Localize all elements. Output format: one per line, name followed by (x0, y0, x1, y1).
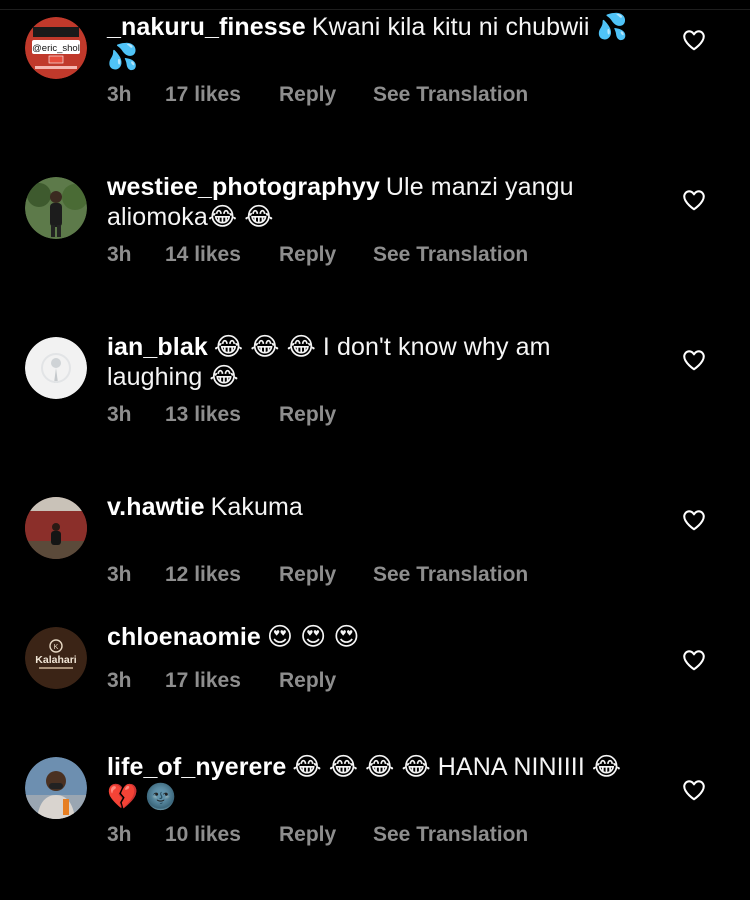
comment-body: v.hawtie Kakuma (107, 492, 652, 522)
see-translation-button[interactable]: See Translation (373, 83, 528, 107)
comment-meta: 3h 13 likes Reply (107, 400, 373, 430)
like-heart-icon[interactable] (681, 777, 707, 803)
avatar[interactable]: @eric_shol (25, 17, 87, 79)
reply-button[interactable]: Reply (279, 403, 373, 427)
comment-item: @eric_shol _nakuru_finesse Kwani kila kit… (0, 0, 750, 160)
reply-button[interactable]: Reply (279, 83, 373, 107)
comment-username[interactable]: v.hawtie (107, 493, 205, 521)
comment-time: 3h (107, 823, 132, 846)
comment-username[interactable]: _nakuru_finesse (107, 13, 306, 41)
comment-time: 3h (107, 403, 132, 426)
comment-likes[interactable]: 17 likes (165, 669, 279, 693)
comment-likes[interactable]: 10 likes (165, 823, 279, 847)
avatar-handle-text: @eric_shol (32, 43, 80, 54)
avatar[interactable]: K Kalahari (25, 627, 87, 689)
reply-button[interactable]: Reply (279, 669, 373, 693)
like-heart-icon[interactable] (681, 507, 707, 533)
avatar-brand-text: Kalahari (35, 654, 77, 666)
comment-meta: 3h 17 likes Reply (107, 666, 373, 696)
comment-meta: 3h 10 likes Reply See Translation (107, 820, 528, 850)
comment-meta: 3h 12 likes Reply See Translation (107, 560, 528, 590)
comment-username[interactable]: ian_blak (107, 333, 208, 361)
comment-body: _nakuru_finesse Kwani kila kitu ni chubwi… (107, 12, 652, 72)
comment-item: ian_blak 😂 😂 😂 I don't know why am laughi… (0, 320, 750, 480)
comment-body: chloenaomie 😍 😍 😍 (107, 622, 652, 652)
comment-meta: 3h 17 likes Reply See Translation (107, 80, 528, 110)
comment-time: 3h (107, 669, 132, 692)
svg-text:K: K (54, 644, 59, 651)
avatar[interactable] (25, 757, 87, 819)
reply-button[interactable]: Reply (279, 823, 373, 847)
see-translation-button[interactable]: See Translation (373, 563, 528, 587)
like-heart-icon[interactable] (681, 647, 707, 673)
comment-body: westiee_photographyy Ule manzi yangu alio… (107, 172, 652, 232)
comment-text: Kakuma (210, 493, 303, 521)
avatar[interactable] (25, 337, 87, 399)
comment-time: 3h (107, 243, 132, 266)
comment-text: 😍 😍 😍 (266, 623, 360, 651)
comment-likes[interactable]: 14 likes (165, 243, 279, 267)
comment-likes[interactable]: 13 likes (165, 403, 279, 427)
like-heart-icon[interactable] (681, 187, 707, 213)
comment-likes[interactable]: 12 likes (165, 563, 279, 587)
comment-body: life_of_nyerere 😂 😂 😂 😂 HANA NINIIII 😂 💔 … (107, 752, 652, 812)
see-translation-button[interactable]: See Translation (373, 823, 528, 847)
comment-body: ian_blak 😂 😂 😂 I don't know why am laughi… (107, 332, 652, 392)
comment-time: 3h (107, 83, 132, 106)
comment-item: westiee_photographyy Ule manzi yangu alio… (0, 160, 750, 320)
see-translation-button[interactable]: See Translation (373, 243, 528, 267)
comment-likes[interactable]: 17 likes (165, 83, 279, 107)
like-heart-icon[interactable] (681, 347, 707, 373)
reply-button[interactable]: Reply (279, 243, 373, 267)
like-heart-icon[interactable] (681, 27, 707, 53)
comment-username[interactable]: chloenaomie (107, 623, 261, 651)
avatar[interactable] (25, 497, 87, 559)
comment-username[interactable]: westiee_photographyy (107, 173, 380, 201)
comment-username[interactable]: life_of_nyerere (107, 753, 286, 781)
comment-meta: 3h 14 likes Reply See Translation (107, 240, 528, 270)
comment-item: life_of_nyerere 😂 😂 😂 😂 HANA NINIIII 😂 💔 … (0, 740, 750, 900)
comment-time: 3h (107, 563, 132, 586)
reply-button[interactable]: Reply (279, 563, 373, 587)
avatar[interactable] (25, 177, 87, 239)
